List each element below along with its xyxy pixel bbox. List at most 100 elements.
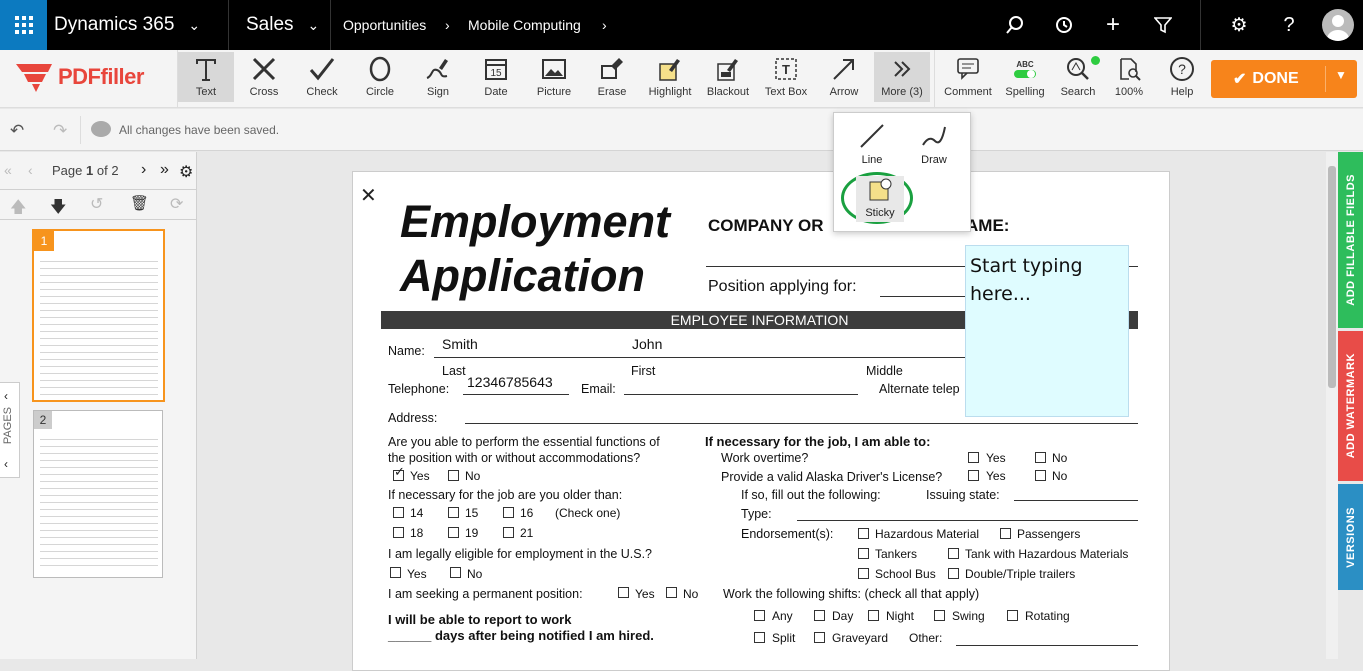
last-page-button[interactable]: » (160, 161, 169, 179)
tool-erase[interactable]: Erase (584, 52, 640, 102)
done-button[interactable]: ✔ DONE ▼ (1211, 60, 1357, 98)
caret-down-icon[interactable]: ▼ (1335, 68, 1347, 82)
tool-check[interactable]: Check (294, 52, 350, 102)
q4-no-checkbox[interactable] (666, 587, 677, 598)
overtime-yes-checkbox[interactable] (968, 452, 979, 463)
tool-circle[interactable]: Circle (352, 52, 408, 102)
module-menu[interactable]: Sales ⌄ (246, 0, 319, 50)
shift-checkbox[interactable] (754, 632, 765, 643)
tool-date[interactable]: 15 Date (468, 52, 524, 102)
plus-icon[interactable]: + (1100, 11, 1126, 38)
endorsement-checkbox[interactable] (858, 528, 869, 539)
gear-icon[interactable]: ⚙ (1226, 12, 1252, 38)
first-page-button[interactable]: « (4, 162, 12, 178)
q1-yes-checkbox[interactable]: ✓ (393, 464, 405, 481)
form-title-2: Application (400, 250, 645, 301)
blackout-icon (711, 52, 745, 86)
yes-label: Yes (635, 587, 655, 601)
tool-picture[interactable]: Picture (526, 52, 582, 102)
move-up-icon[interactable]: 🡅 (10, 196, 26, 223)
age-16-checkbox[interactable] (503, 507, 514, 518)
tool-more-3[interactable]: More (3) (874, 52, 930, 102)
shift-checkbox[interactable] (814, 610, 825, 621)
rotate-icon[interactable]: ↺ (90, 194, 103, 214)
app-launcher-button[interactable] (0, 0, 47, 50)
tool-help[interactable]: ? Help (1154, 52, 1210, 102)
age-15-checkbox[interactable] (448, 507, 459, 518)
endorsement-checkbox[interactable] (858, 548, 869, 559)
shift-checkbox[interactable] (868, 610, 879, 621)
q3-yes-checkbox[interactable] (390, 567, 401, 578)
trash-icon[interactable]: 🗑 (130, 194, 149, 212)
license-yes-checkbox[interactable] (968, 470, 979, 481)
page-thumbnail-2[interactable]: 2 (33, 410, 163, 578)
help-icon[interactable]: ? (1276, 12, 1302, 38)
issuing-state-label: Issuing state: (926, 488, 1000, 502)
redo-icon[interactable]: ↷ (53, 121, 67, 141)
shift-checkbox[interactable] (754, 610, 765, 621)
sticky-tool[interactable]: Sticky (856, 176, 904, 222)
gear-icon[interactable]: ⚙ (179, 162, 193, 182)
tool-100[interactable]: 100% (1101, 52, 1157, 102)
add-fillable-fields-tab[interactable]: ADD FILLABLE FIELDS (1338, 152, 1363, 328)
tool-spelling[interactable]: ABC Spelling (997, 52, 1053, 102)
editor-toolbar: PDFfiller Text Cross Check Circle Sign 15 Date… (0, 50, 1363, 108)
search-icon[interactable] (1002, 12, 1028, 38)
first-name-value[interactable]: John (632, 336, 662, 352)
shift-checkbox[interactable] (934, 610, 945, 621)
age-14-checkbox[interactable] (393, 507, 404, 518)
endorsement-checkbox[interactable] (1000, 528, 1011, 539)
tool-comment[interactable]: Comment (940, 52, 996, 102)
filter-icon[interactable] (1150, 12, 1176, 38)
refresh-icon[interactable]: ⟳ (170, 194, 183, 214)
add-watermark-tab[interactable]: ADD WATERMARK (1338, 331, 1363, 481)
endorsement-option: Hazardous Material (875, 527, 980, 541)
versions-tab[interactable]: VERSIONS (1338, 484, 1363, 590)
tool-sign[interactable]: Sign (410, 52, 466, 102)
age-18-checkbox[interactable] (393, 527, 404, 538)
q4-yes-checkbox[interactable] (618, 587, 629, 598)
page-total: of 2 (96, 163, 119, 178)
tool-highlight[interactable]: Highlight (642, 52, 698, 102)
close-icon[interactable]: ✕ (360, 183, 377, 208)
overtime-no-checkbox[interactable] (1035, 452, 1046, 463)
tool-blackout[interactable]: Blackout (700, 52, 756, 102)
q1-no-checkbox[interactable] (448, 470, 459, 481)
next-page-button[interactable]: › (141, 161, 146, 179)
page-thumbnail-1[interactable]: 1 (32, 229, 165, 402)
q3-no-checkbox[interactable] (450, 567, 461, 578)
undo-icon[interactable]: ↶ (10, 121, 24, 141)
scrollbar-thumb[interactable] (1328, 166, 1336, 388)
shift-option: Swing (952, 609, 985, 623)
line-tool[interactable]: Line (848, 121, 896, 171)
age-21-checkbox[interactable] (503, 527, 514, 538)
draw-tool[interactable]: Draw (910, 121, 958, 171)
comment-bubble-icon (91, 121, 111, 137)
tool-arrow[interactable]: Arrow (816, 52, 872, 102)
endorsement-checkbox[interactable] (948, 548, 959, 559)
tool-text-box[interactable]: T Text Box (758, 52, 814, 102)
endorsement-checkbox[interactable] (948, 568, 959, 579)
breadcrumb-opportunities[interactable]: Opportunities (343, 0, 426, 50)
tool-label: Circle (365, 86, 395, 98)
telephone-value[interactable]: 12346785643 (467, 374, 553, 390)
tool-cross[interactable]: Cross (236, 52, 292, 102)
move-down-icon[interactable]: 🡇 (50, 196, 66, 223)
tool-text[interactable]: Text (178, 52, 234, 102)
breadcrumb-record[interactable]: Mobile Computing (468, 0, 581, 50)
shift-checkbox[interactable] (814, 632, 825, 643)
last-name-value[interactable]: Smith (442, 336, 478, 352)
shift-checkbox[interactable] (1007, 610, 1018, 621)
shift-option: Split (772, 631, 796, 645)
recent-icon[interactable] (1051, 12, 1077, 38)
pages-toggle[interactable]: ‹ PAGES ‹ (0, 382, 20, 478)
age-19-checkbox[interactable] (448, 527, 459, 538)
sticky-note[interactable]: Start typing here... (965, 245, 1129, 417)
avatar[interactable] (1322, 9, 1354, 41)
app-title[interactable]: Dynamics 365 ⌄ (54, 0, 200, 50)
scrollbar[interactable] (1326, 152, 1338, 659)
endorsement-checkbox[interactable] (858, 568, 869, 579)
tool-label: Erase (597, 86, 627, 98)
license-no-checkbox[interactable] (1035, 470, 1046, 481)
prev-page-button[interactable]: ‹ (28, 162, 33, 178)
